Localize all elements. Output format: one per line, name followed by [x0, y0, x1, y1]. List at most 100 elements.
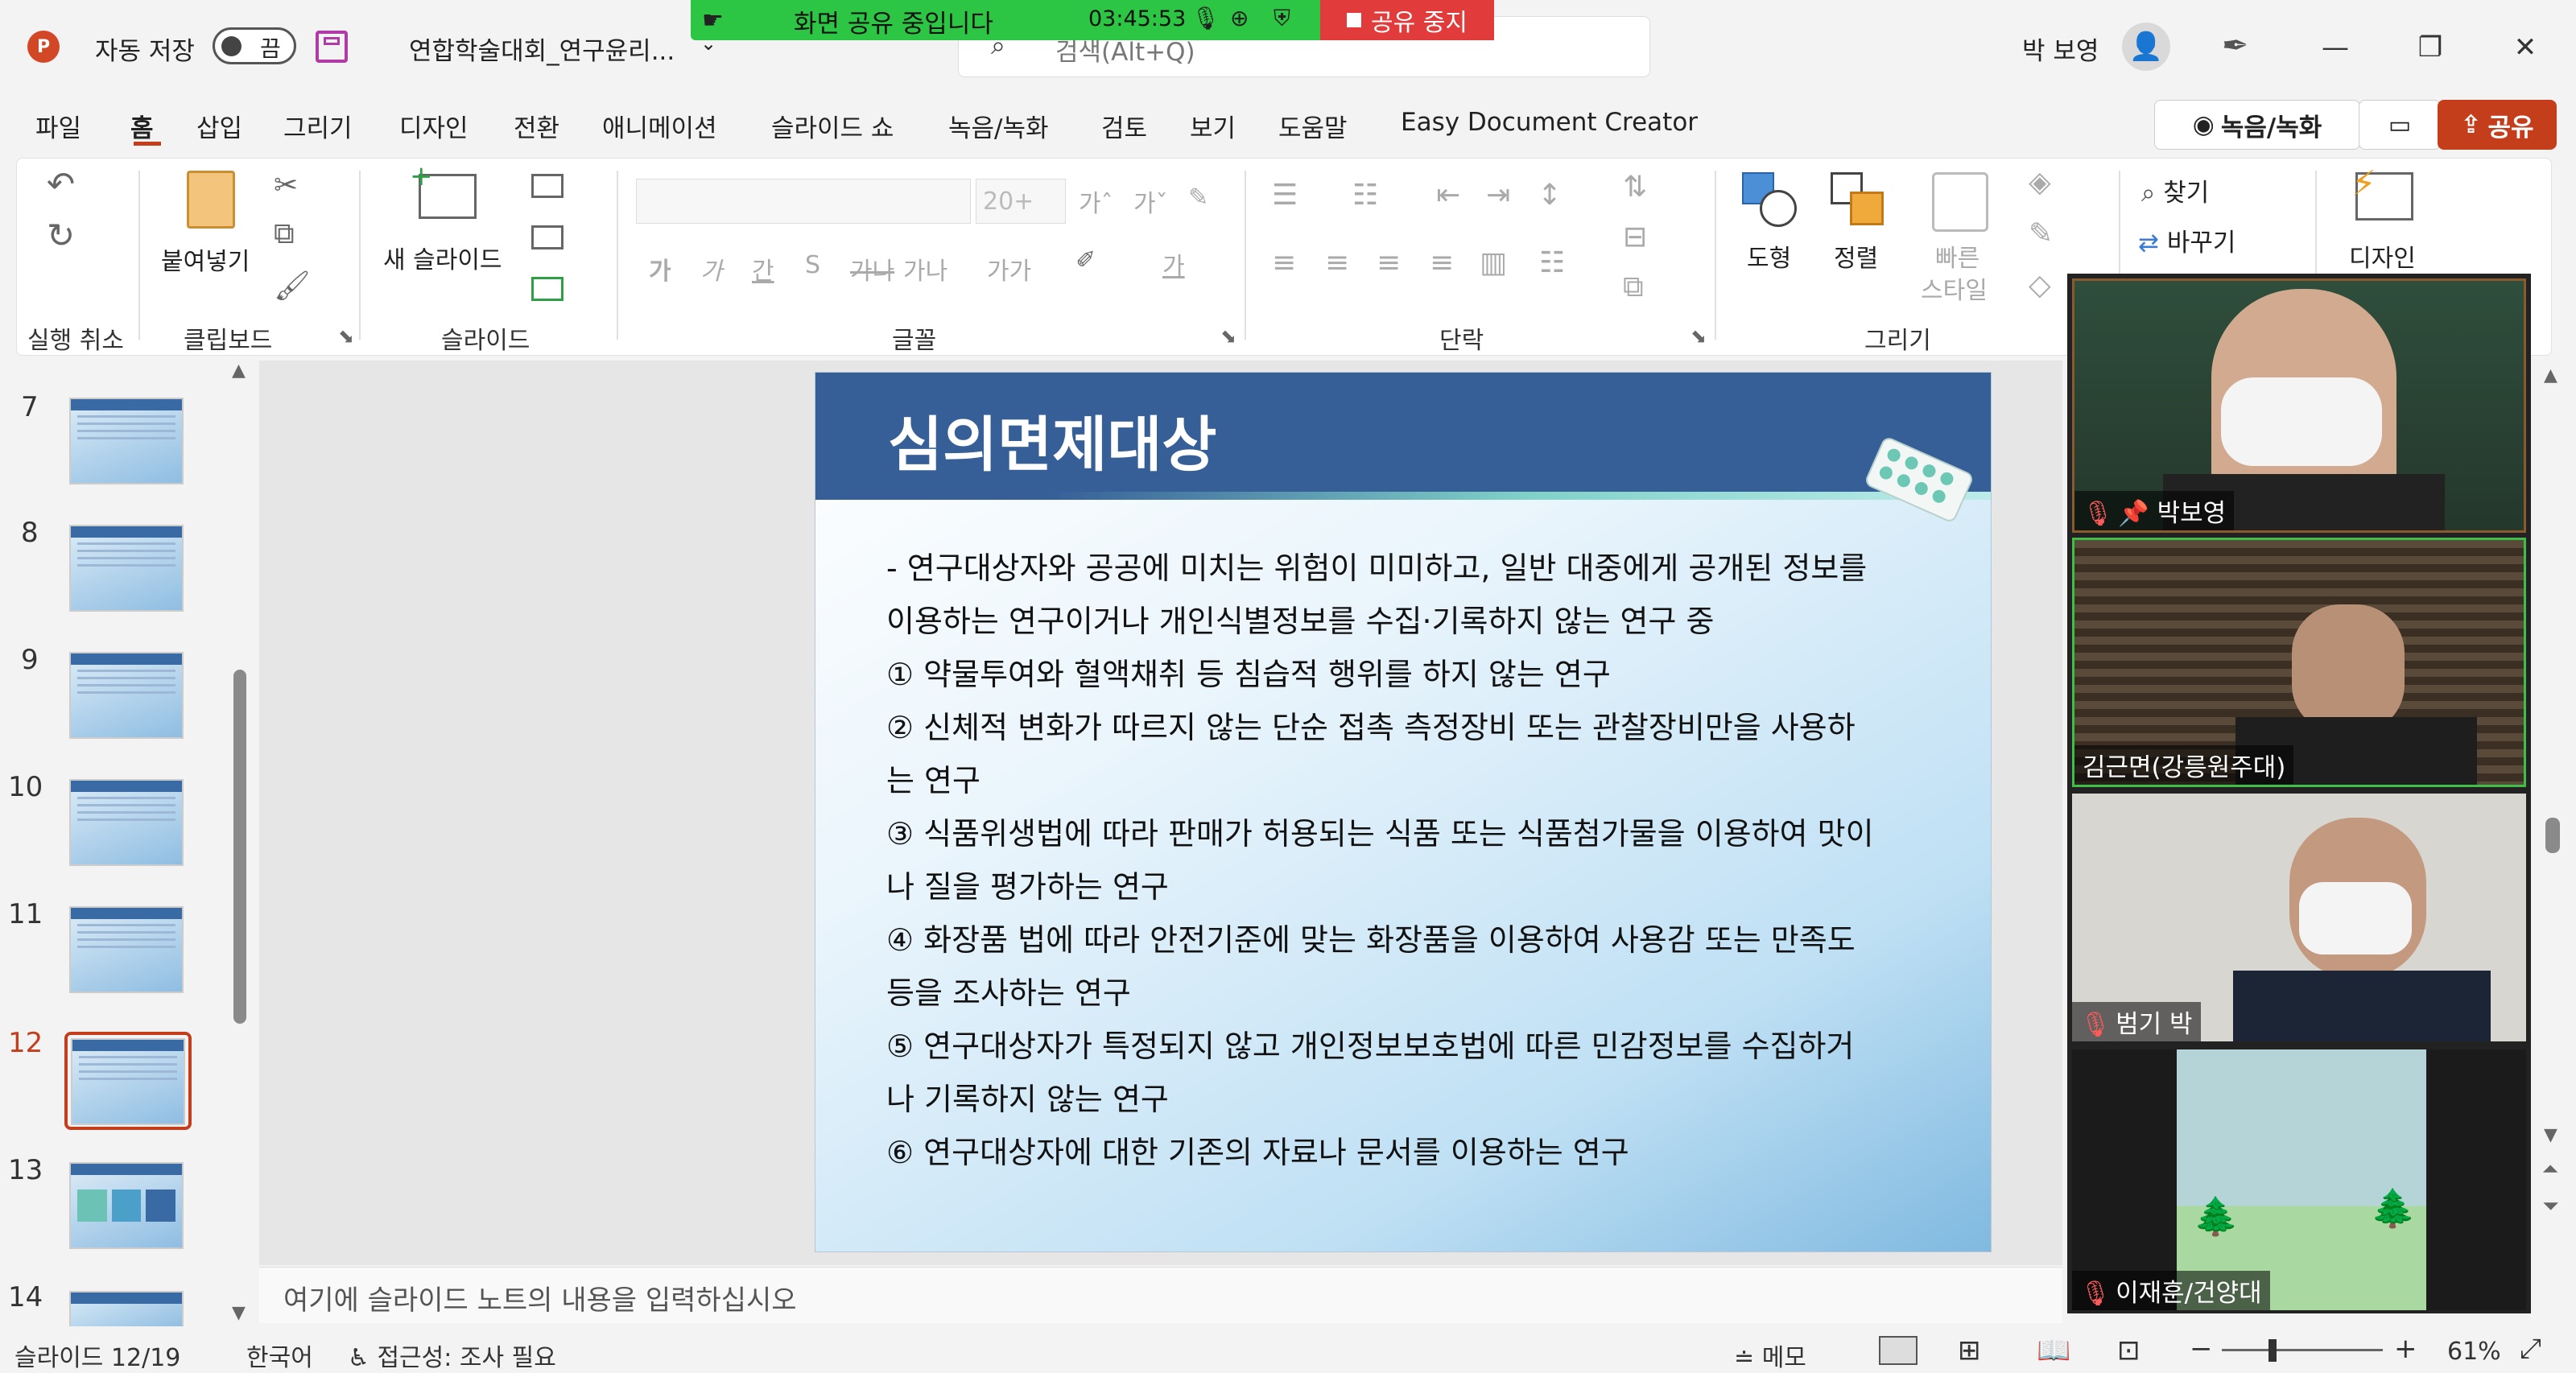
thumbnail-scrollbar[interactable]: ▲ ▼: [230, 361, 250, 1323]
replace-button[interactable]: ⇄ 바꾸기: [2138, 222, 2235, 258]
shadow-button[interactable]: S: [805, 251, 820, 279]
shape-effects-icon[interactable]: ◇: [2029, 269, 2051, 302]
slide-title[interactable]: 심의면제대상: [888, 397, 1216, 483]
change-case-button[interactable]: 가가: [987, 251, 1031, 287]
notes-input[interactable]: 여기에 슬라이드 노트의 내용을 입력하십시오: [283, 1278, 797, 1317]
share-handle-icon[interactable]: ☛: [702, 6, 724, 35]
scroll-thumb[interactable]: [2545, 818, 2560, 853]
paragraph-launcher-icon[interactable]: ⬊: [1690, 325, 1707, 348]
underline-button[interactable]: 간: [752, 251, 774, 287]
fit-slide-icon[interactable]: ⤢: [2520, 1333, 2541, 1365]
mic-off-icon[interactable]: 🎙: [1191, 5, 1220, 31]
columns-icon[interactable]: ☷: [1539, 246, 1565, 279]
font-size-select[interactable]: 20+: [976, 179, 1066, 224]
text-direction-icon[interactable]: ⇅: [1623, 171, 1647, 204]
participant-tile[interactable]: 🎙 범기 박: [2072, 794, 2526, 1041]
arrange-label[interactable]: 정렬: [1834, 238, 1878, 274]
slide-thumbnail[interactable]: [69, 779, 184, 866]
menu-home[interactable]: 홈: [130, 108, 154, 144]
scroll-down-icon[interactable]: ▼: [232, 1303, 246, 1323]
quick-styles-label-2[interactable]: 스타일: [1921, 270, 1988, 306]
accessibility-checker[interactable]: ♿ 접근성: 조사 필요: [348, 1338, 556, 1373]
font-launcher-icon[interactable]: ⬊: [1220, 325, 1236, 348]
strikethrough-button[interactable]: 가나: [850, 251, 894, 287]
add-icon[interactable]: ⊕: [1230, 5, 1249, 31]
participant-tile[interactable]: 김근면(강릉원주대): [2072, 538, 2526, 787]
previous-slide-icon[interactable]: ⏶: [2542, 1157, 2559, 1182]
designer-icon[interactable]: ⚡: [2351, 163, 2413, 221]
menu-transitions[interactable]: 전환: [514, 108, 559, 144]
slide-thumbnail[interactable]: [69, 1291, 184, 1331]
menu-animations[interactable]: 애니메이션: [602, 108, 717, 144]
shape-outline-icon[interactable]: ✎: [2029, 217, 2053, 250]
shape-label[interactable]: 도형: [1747, 238, 1791, 274]
slide-thumbnail[interactable]: [69, 906, 184, 993]
notes-toggle[interactable]: ≐ 메모: [1734, 1338, 1806, 1373]
bold-button[interactable]: 가: [649, 251, 671, 287]
slide-body-text[interactable]: - 연구대상자와 공공에 미치는 위험이 미미하고, 일반 대중에게 공개된 정…: [886, 542, 1933, 1179]
align-text-icon[interactable]: ⊟: [1623, 221, 1647, 254]
zoom-out-button[interactable]: −: [2190, 1333, 2213, 1365]
shape-icon[interactable]: [1742, 172, 1798, 229]
restore-button[interactable]: ❐: [2394, 11, 2467, 84]
quick-styles-label[interactable]: 빠른: [1935, 238, 1979, 274]
zoom-in-button[interactable]: +: [2394, 1333, 2417, 1365]
decrease-font-button[interactable]: 가ˇ: [1133, 183, 1168, 219]
smartart-icon[interactable]: ⧉: [1623, 270, 1644, 304]
minimize-button[interactable]: —: [2299, 11, 2372, 84]
scroll-up-icon[interactable]: ▲: [232, 361, 246, 381]
font-name-select[interactable]: [636, 179, 971, 224]
zoom-slider-thumb[interactable]: [2268, 1339, 2277, 1362]
format-painter-icon[interactable]: 🖌: [274, 269, 311, 303]
menu-help[interactable]: 도움말: [1278, 108, 1348, 144]
find-button[interactable]: ⌕ 찾기: [2141, 172, 2209, 208]
share-button[interactable]: ⇪ 공유: [2438, 100, 2557, 150]
layout-icon[interactable]: [531, 174, 564, 198]
scroll-up-icon[interactable]: ▲: [2544, 365, 2557, 386]
menu-insert[interactable]: 삽입: [196, 108, 242, 144]
zoom-level[interactable]: 61%: [2447, 1338, 2501, 1366]
highlight-icon[interactable]: ✐: [1075, 246, 1096, 274]
slide-thumbnail[interactable]: [69, 525, 184, 612]
paste-icon[interactable]: [187, 171, 235, 229]
copy-icon[interactable]: ⧉: [274, 217, 295, 251]
editor-scrollbar[interactable]: ▲ ▼ ⏶ ⏷: [2541, 361, 2565, 1265]
decrease-indent-icon[interactable]: ⇤: [1436, 179, 1460, 212]
slide-thumbnail-selected[interactable]: [71, 1038, 185, 1125]
align-center-icon[interactable]: ≡: [1325, 246, 1349, 279]
bullets-icon[interactable]: ☰: [1272, 179, 1298, 212]
close-button[interactable]: ✕: [2489, 11, 2562, 84]
slide-sorter-icon[interactable]: ⊞: [1958, 1334, 1981, 1367]
cut-icon[interactable]: ✂: [274, 169, 298, 202]
next-slide-icon[interactable]: ⏷: [2542, 1194, 2559, 1219]
participant-tile[interactable]: 🌲 🌲 🎙 이재훈/건양대: [2072, 1049, 2526, 1310]
normal-view-icon[interactable]: [1879, 1336, 1918, 1365]
slide-canvas[interactable]: 심의면제대상 - 연구대상자와 공공에 미치는 위험이 미미하고, 일반 대중에…: [815, 372, 1992, 1252]
menu-view[interactable]: 보기: [1190, 108, 1236, 144]
comments-button[interactable]: ▭: [2359, 100, 2441, 150]
slide-thumbnail[interactable]: [69, 652, 184, 739]
menu-easy-document-creator[interactable]: Easy Document Creator: [1401, 108, 1698, 137]
menu-draw[interactable]: 그리기: [283, 108, 353, 144]
shield-icon[interactable]: ⛨: [1274, 5, 1290, 32]
align-right-icon[interactable]: ≡: [1377, 246, 1401, 279]
file-name[interactable]: 연합학술대회_연구윤리...: [409, 31, 675, 67]
increase-font-button[interactable]: 가ˆ: [1079, 183, 1113, 219]
record-button[interactable]: ◉ 녹음/녹화: [2154, 100, 2360, 150]
autosave-toggle[interactable]: 끔: [213, 27, 296, 64]
new-slide-label[interactable]: 새 슬라이드: [383, 240, 502, 275]
language-indicator[interactable]: 한국어: [246, 1338, 313, 1373]
slide-thumbnail[interactable]: [69, 398, 184, 484]
menu-review[interactable]: 검토: [1101, 108, 1147, 144]
distribute-icon[interactable]: ▥: [1480, 246, 1507, 279]
shape-fill-icon[interactable]: ◈: [2029, 166, 2051, 199]
redo-icon[interactable]: ↻: [47, 216, 75, 255]
align-left-icon[interactable]: ≡: [1272, 246, 1296, 279]
menu-record[interactable]: 녹음/녹화: [948, 108, 1049, 144]
designer-label[interactable]: 디자인: [2349, 238, 2416, 274]
numbering-icon[interactable]: ☷: [1352, 179, 1378, 212]
clipboard-launcher-icon[interactable]: ⬊: [338, 325, 354, 348]
italic-button[interactable]: 가: [700, 251, 723, 287]
reset-icon[interactable]: [531, 225, 564, 249]
justify-icon[interactable]: ≡: [1430, 246, 1454, 279]
